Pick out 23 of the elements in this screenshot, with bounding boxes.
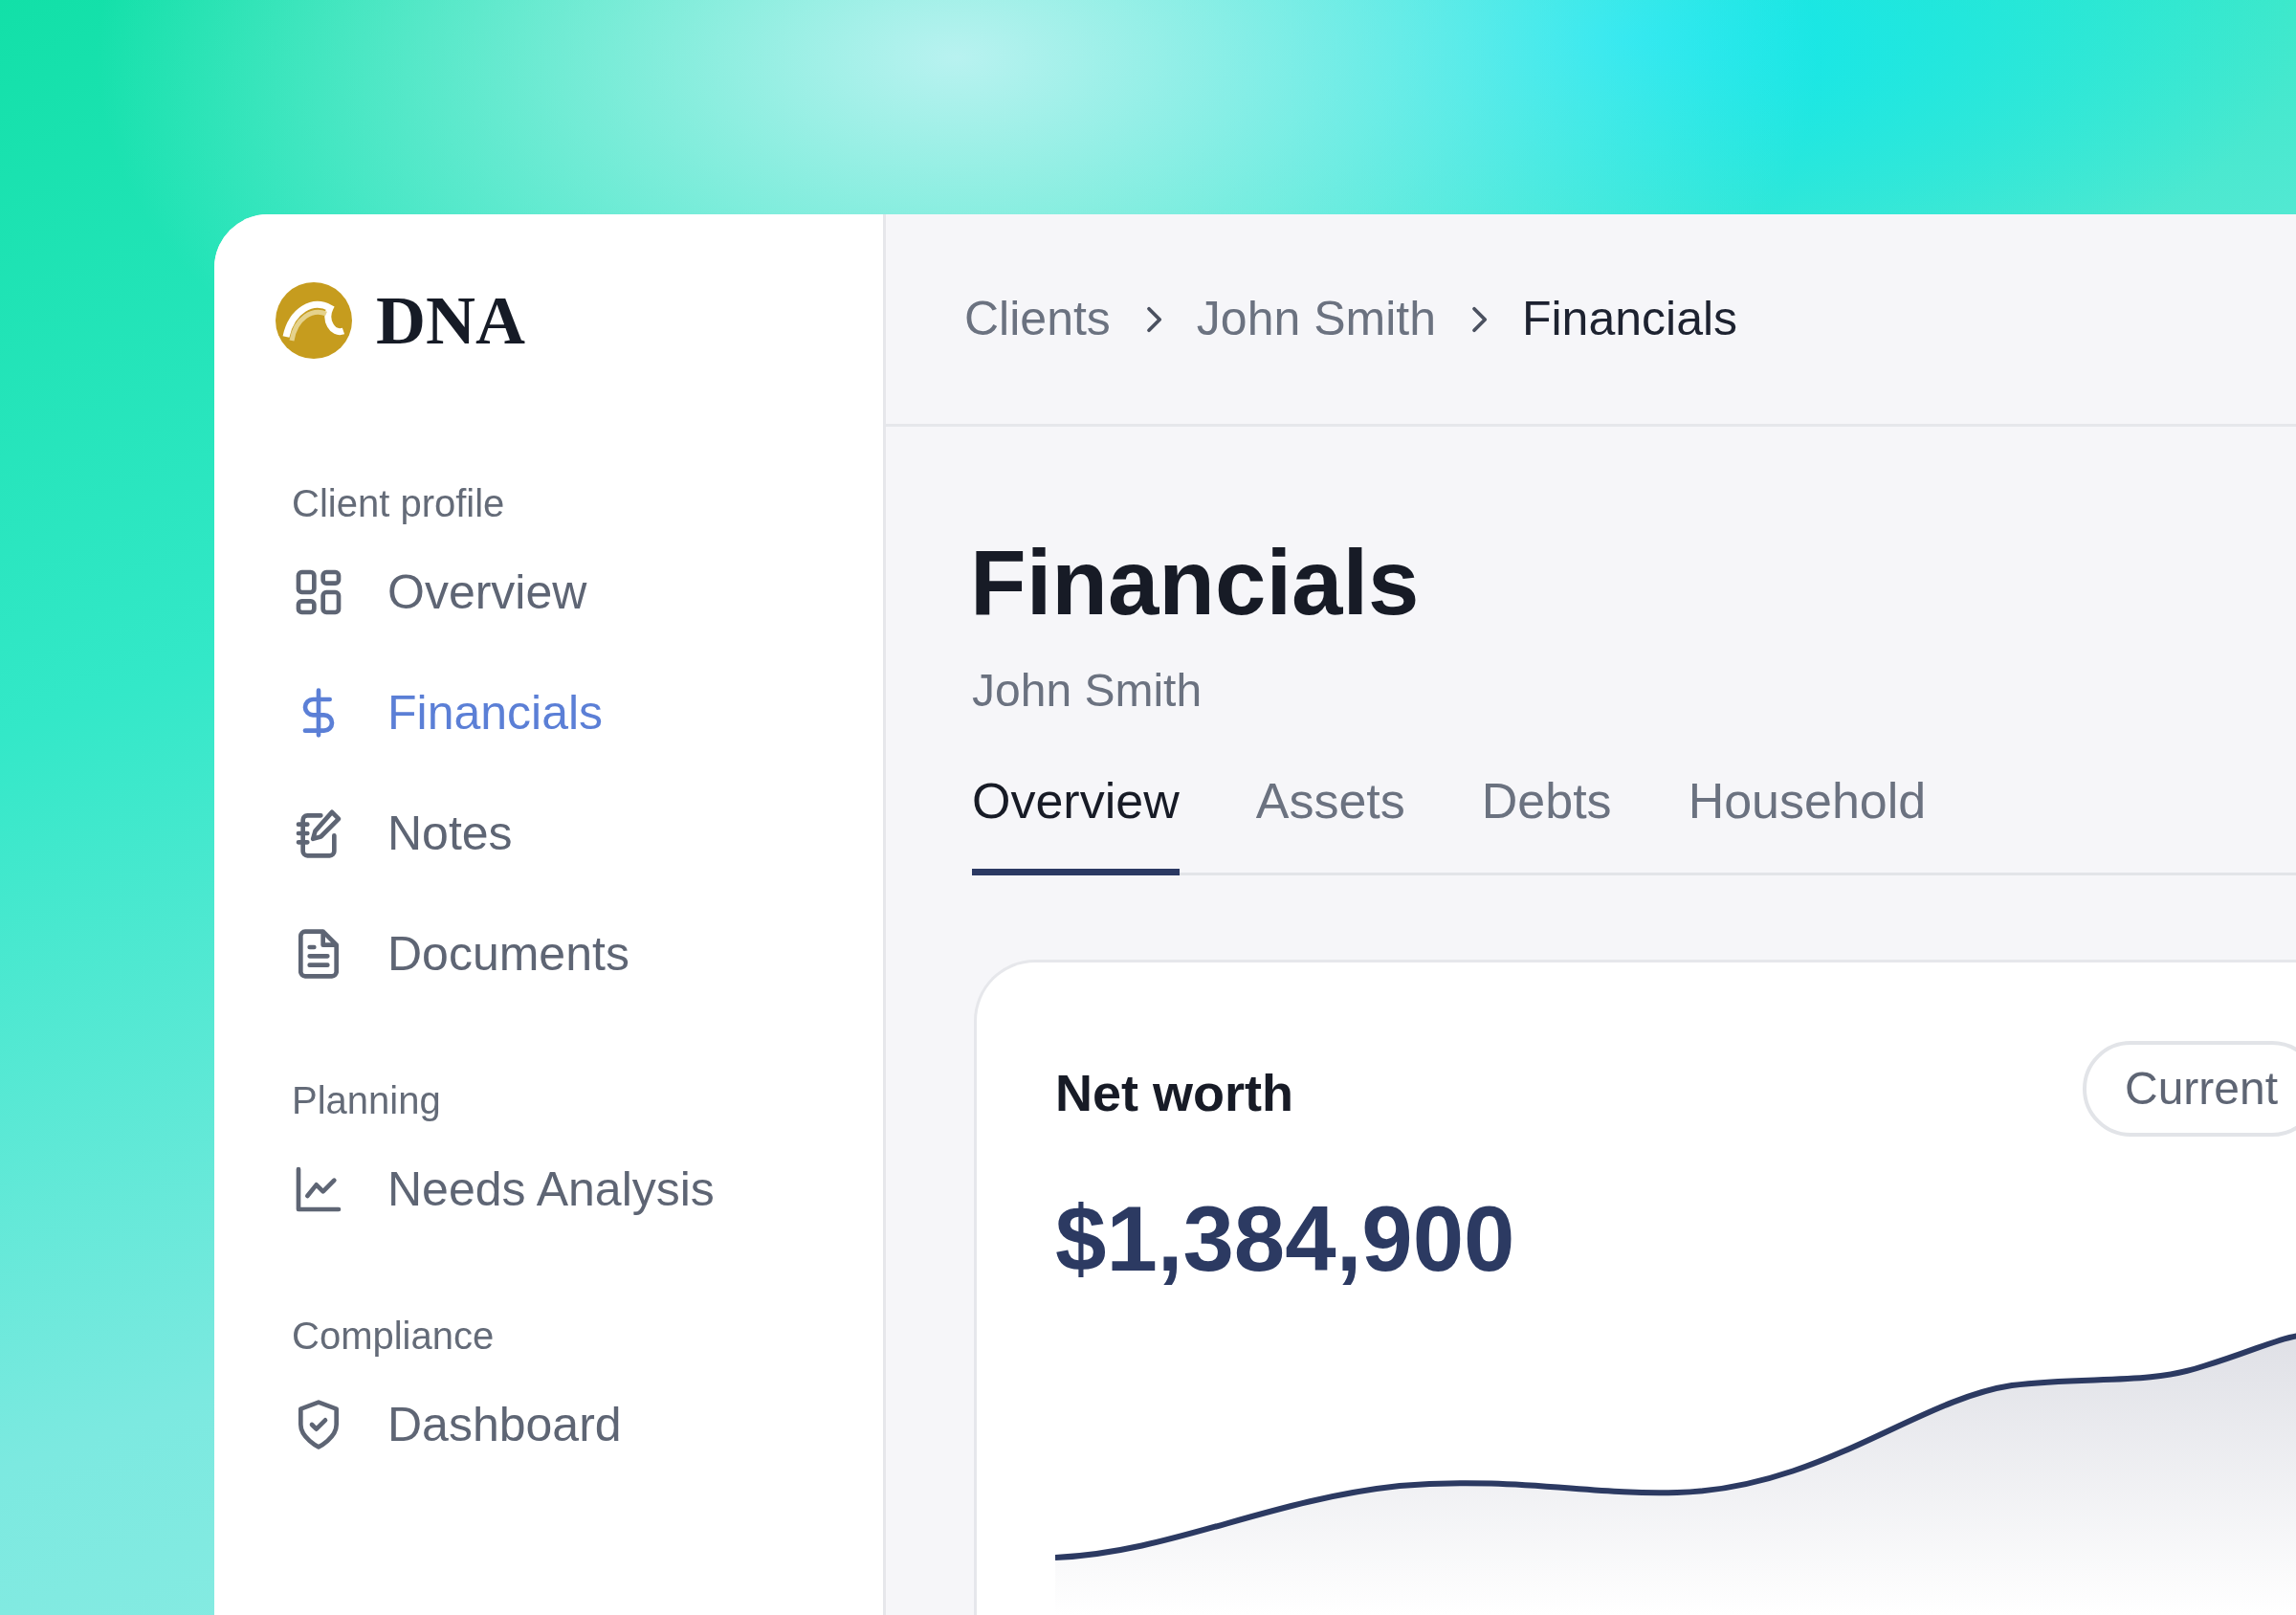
logo-icon <box>275 281 353 360</box>
tab[interactable]: Overview <box>972 763 1180 875</box>
nav-item[interactable]: Financials <box>275 653 883 773</box>
nav-item[interactable]: Dashboard <box>275 1364 883 1485</box>
card-title: Net worth <box>1055 1062 1293 1123</box>
tab[interactable]: Assets <box>1255 763 1405 875</box>
nav-item[interactable]: Needs Analysis <box>275 1129 883 1250</box>
logo-text: DNA <box>376 286 525 355</box>
breadcrumb-link[interactable]: Clients <box>964 283 1111 355</box>
nav-item[interactable]: Documents <box>275 894 883 1014</box>
breadcrumb-link[interactable]: John Smith <box>1196 283 1436 355</box>
net-worth-value: $1,384,900 <box>1055 1185 1516 1292</box>
page-title: Financials <box>970 532 1421 633</box>
tab[interactable]: Household <box>1688 763 1927 875</box>
section-title: Planning <box>292 1078 442 1123</box>
nav-item[interactable]: Overview <box>275 532 883 653</box>
breadcrumb-link[interactable]: Financials <box>1521 283 1738 355</box>
tab[interactable]: Debts <box>1481 763 1612 875</box>
range-button[interactable]: Current <box>2083 1040 2296 1137</box>
section-title: Client profile <box>292 481 506 526</box>
section-title: Compliance <box>292 1314 496 1359</box>
nav-item[interactable]: Notes <box>275 773 883 894</box>
page-subtitle: John Smith <box>972 663 1203 718</box>
